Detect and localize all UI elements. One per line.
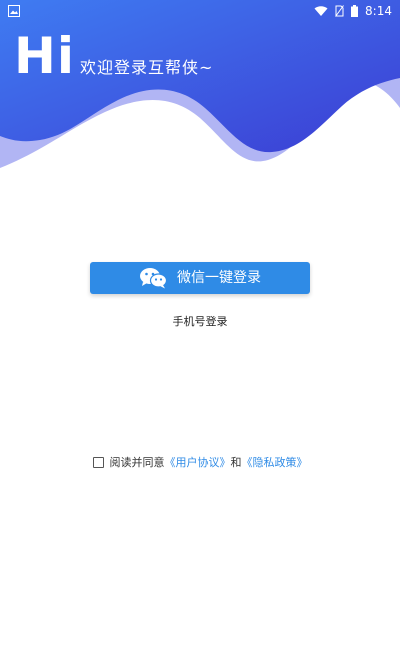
login-screen: Hi 欢迎登录互帮侠~ 8:14 微信一键登录 手机号登录 阅读并同意 《用户协… [0,0,400,667]
user-agreement-link[interactable]: 《用户协议》 [165,454,231,470]
wechat-icon [140,268,167,289]
image-notification-icon [8,5,20,17]
agreement-prefix: 阅读并同意 [109,456,165,469]
header-banner: Hi 欢迎登录互帮侠~ [0,0,400,185]
status-time: 8:14 [365,4,392,18]
agreement-checkbox[interactable] [92,456,104,468]
agreement-row: 阅读并同意 《用户协议》 和 《隐私政策》 [0,453,400,471]
status-bar: 8:14 [0,0,400,22]
battery-icon [351,5,359,17]
welcome-message: 欢迎登录互帮侠~ [80,58,214,77]
wechat-login-label: 微信一键登录 [177,270,261,286]
no-sim-icon [335,5,344,17]
wifi-icon [314,6,328,16]
phone-login-row: 手机号登录 [0,314,400,330]
privacy-policy-link[interactable]: 《隐私政策》 [242,454,308,470]
wechat-login-button[interactable]: 微信一键登录 [90,262,310,294]
agreement-conjunction: 和 [230,456,242,469]
status-icons: 8:14 [314,3,392,19]
phone-login-link[interactable]: 手机号登录 [173,315,228,328]
hi-greeting: Hi [14,27,75,85]
